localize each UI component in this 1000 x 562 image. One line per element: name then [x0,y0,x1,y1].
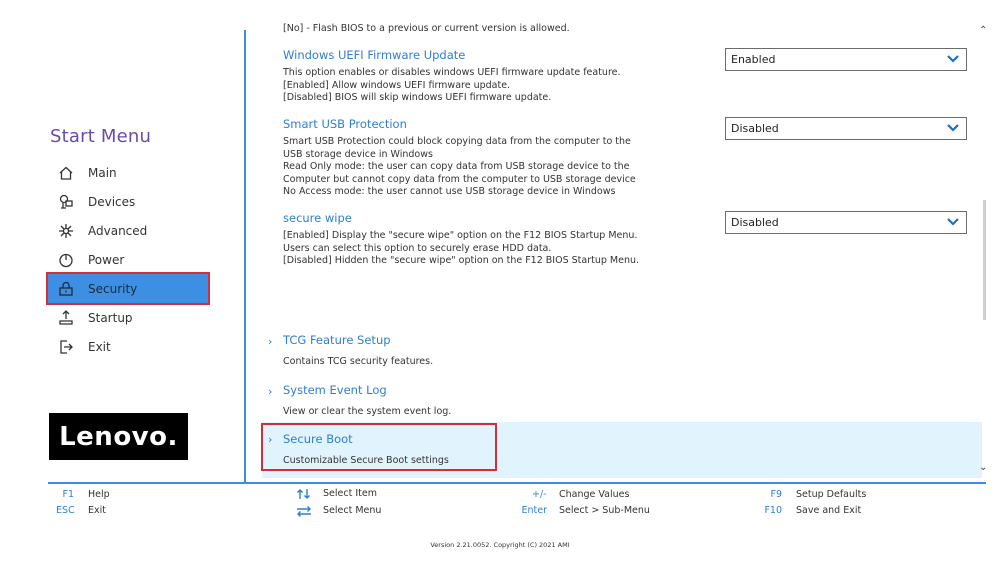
key-label: Select Menu [323,505,382,516]
footer-select-item: Select Item [296,488,377,503]
submenu-title: Secure Boot [283,432,353,446]
clipped-description: [No] - Flash BIOS to a previous or curre… [283,23,570,34]
sidebar-item-main[interactable]: Main [48,158,208,187]
secure-wipe-select[interactable]: Disabled [725,211,967,234]
key-label: Save and Exit [796,505,862,516]
devices-icon [56,192,76,212]
key-label: Select > Sub-Menu [559,505,650,516]
sidebar-item-security[interactable]: Security [46,272,210,305]
submenu-description: Customizable Secure Boot settings [283,455,449,466]
key-label: Exit [88,505,106,516]
footer-setup-defaults: F9 Setup Defaults [770,489,866,500]
sidebar-item-label: Power [88,252,125,267]
key-plus-minus: +/- [532,489,547,500]
footer-change-values: +/- Change Values [532,489,629,500]
start-menu-title: Start Menu [50,126,152,147]
setting-smart-usb-protection: Smart USB Protection Smart USB Protectio… [283,117,703,199]
footer-help: F1 Help [60,489,110,500]
setting-title: Windows UEFI Firmware Update [283,48,466,62]
sidebar-item-advanced[interactable]: Advanced [48,216,208,245]
advanced-icon [56,221,76,241]
horizontal-divider [48,482,986,484]
submenu-title: System Event Log [283,383,387,397]
sidebar-item-label: Devices [88,194,136,209]
sidebar-item-power[interactable]: Power [48,245,208,274]
chevron-down-icon [946,215,960,232]
submenu-secure-boot[interactable]: › Secure Boot Customizable Secure Boot s… [261,422,982,478]
key-label: Help [88,489,110,500]
sidebar: Start Menu Main Devices Advanced Power S… [0,0,244,482]
sidebar-item-label: Exit [88,339,111,354]
key-f9: F9 [770,489,782,500]
footer-enter: Enter Select > Sub-Menu [520,505,650,516]
startup-icon [56,308,76,328]
key-f1: F1 [62,489,74,500]
chevron-down-icon [946,121,960,138]
power-icon [56,250,76,270]
lock-icon [56,279,76,299]
sidebar-item-exit[interactable]: Exit [48,332,208,361]
footer-key-legend: F1 Help ESC Exit Select Item Select Menu… [0,486,1000,526]
footer-save-exit: F10 Save and Exit [764,505,861,516]
version-text: Version 2.21.0052. Copyright (C) 2021 AM… [430,541,570,549]
key-esc: ESC [56,505,75,516]
key-label: Change Values [559,489,630,500]
exit-icon [56,337,76,357]
footer-exit: ESC Exit [56,505,106,516]
setting-windows-uefi-firmware-update: Windows UEFI Firmware Update This option… [283,48,703,105]
submenu-title: TCG Feature Setup [283,333,391,347]
sidebar-item-label: Advanced [88,223,148,238]
chevron-right-icon: › [268,385,273,398]
sidebar-item-label: Startup [88,310,133,325]
key-enter: Enter [521,505,548,516]
sidebar-item-startup[interactable]: Startup [48,303,208,332]
lenovo-logo: Lenovo. [49,413,188,460]
setting-description: This option enables or disables windows … [283,67,621,103]
select-value: Disabled [731,216,779,229]
key-label: Setup Defaults [796,489,867,500]
smart-usb-protection-select[interactable]: Disabled [725,117,967,140]
main-panel: [No] - Flash BIOS to a previous or curre… [246,18,986,482]
setting-description: [Enabled] Display the "secure wipe" opti… [283,230,640,266]
scroll-down-icon[interactable]: ⌄ [979,462,987,473]
home-icon [56,163,76,183]
setting-description: Smart USB Protection could block copying… [283,136,636,197]
up-down-arrows-icon [296,488,312,503]
footer-select-menu: Select Menu [296,505,381,520]
setting-secure-wipe: secure wipe [Enabled] Display the "secur… [283,211,703,268]
windows-uefi-firmware-update-select[interactable]: Enabled [725,48,967,71]
chevron-down-icon [946,52,960,69]
chevron-right-icon: › [268,335,273,348]
key-f10: F10 [764,505,782,516]
left-right-arrows-icon [296,505,312,520]
sidebar-item-label: Security [88,281,138,296]
scrollbar-thumb[interactable] [983,200,986,320]
sidebar-item-label: Main [88,165,117,180]
chevron-right-icon: › [268,433,273,446]
submenu-tcg-feature-setup[interactable]: › TCG Feature Setup Contains TCG securit… [262,329,982,379]
select-value: Enabled [731,53,776,66]
setting-title: Smart USB Protection [283,117,407,131]
scroll-up-icon[interactable]: ⌃ [979,25,987,36]
sidebar-nav: Main Devices Advanced Power Security Sta… [46,158,210,361]
setting-title: secure wipe [283,211,352,225]
submenu-description: Contains TCG security features. [283,356,434,367]
key-label: Select Item [323,488,377,499]
select-value: Disabled [731,122,779,135]
submenu-description: View or clear the system event log. [283,406,452,417]
sidebar-item-devices[interactable]: Devices [48,187,208,216]
